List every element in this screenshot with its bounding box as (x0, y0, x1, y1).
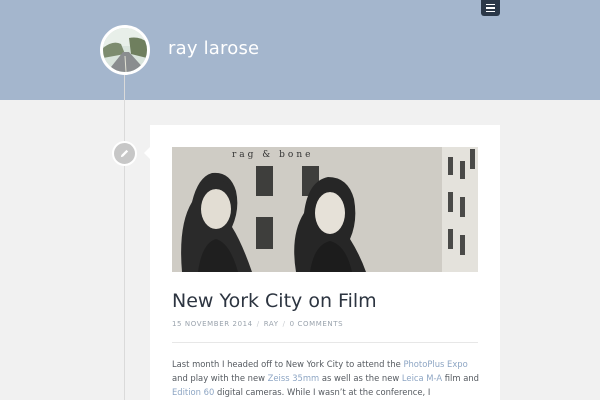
post-meta: 15 NOVEMBER 2014/RAY/0 COMMENTS (172, 320, 343, 328)
zeiss-35mm-link[interactable]: Zeiss 35mm (268, 373, 320, 383)
hamburger-menu-icon[interactable] (481, 0, 500, 16)
leica-m-a-link[interactable]: Leica M-A (402, 373, 442, 383)
edition-60-link[interactable]: Edition 60 (172, 387, 214, 397)
excerpt-text: digital cameras. While I wasn’t at the c… (214, 387, 431, 397)
site-header (0, 0, 600, 100)
pencil-icon (112, 141, 137, 166)
post-author[interactable]: RAY (264, 320, 279, 328)
post-card-arrow (144, 147, 150, 159)
excerpt-text: and play with the new (172, 373, 268, 383)
meta-separator: / (256, 320, 260, 328)
photoplus-expo-link[interactable]: PhotoPlus Expo (403, 359, 467, 369)
post-comments-link[interactable]: 0 COMMENTS (290, 320, 344, 328)
avatar[interactable] (100, 25, 150, 75)
timeline-line (124, 75, 125, 400)
excerpt-text: film and (442, 373, 479, 383)
image-sign-text: rag & bone (232, 150, 314, 160)
meta-separator: / (282, 320, 286, 328)
excerpt-text: Last month I headed off to New York City… (172, 359, 404, 369)
excerpt-text: as well as the new (319, 373, 402, 383)
site-title[interactable]: ray larose (168, 38, 259, 59)
post-excerpt: Last month I headed off to New York City… (172, 357, 480, 399)
meta-divider (172, 342, 478, 343)
post-date[interactable]: 15 NOVEMBER 2014 (172, 320, 253, 328)
avatar-road-image (103, 28, 147, 72)
post-featured-image[interactable]: rag & bone (172, 147, 478, 272)
post-title[interactable]: New York City on Film (172, 290, 377, 312)
